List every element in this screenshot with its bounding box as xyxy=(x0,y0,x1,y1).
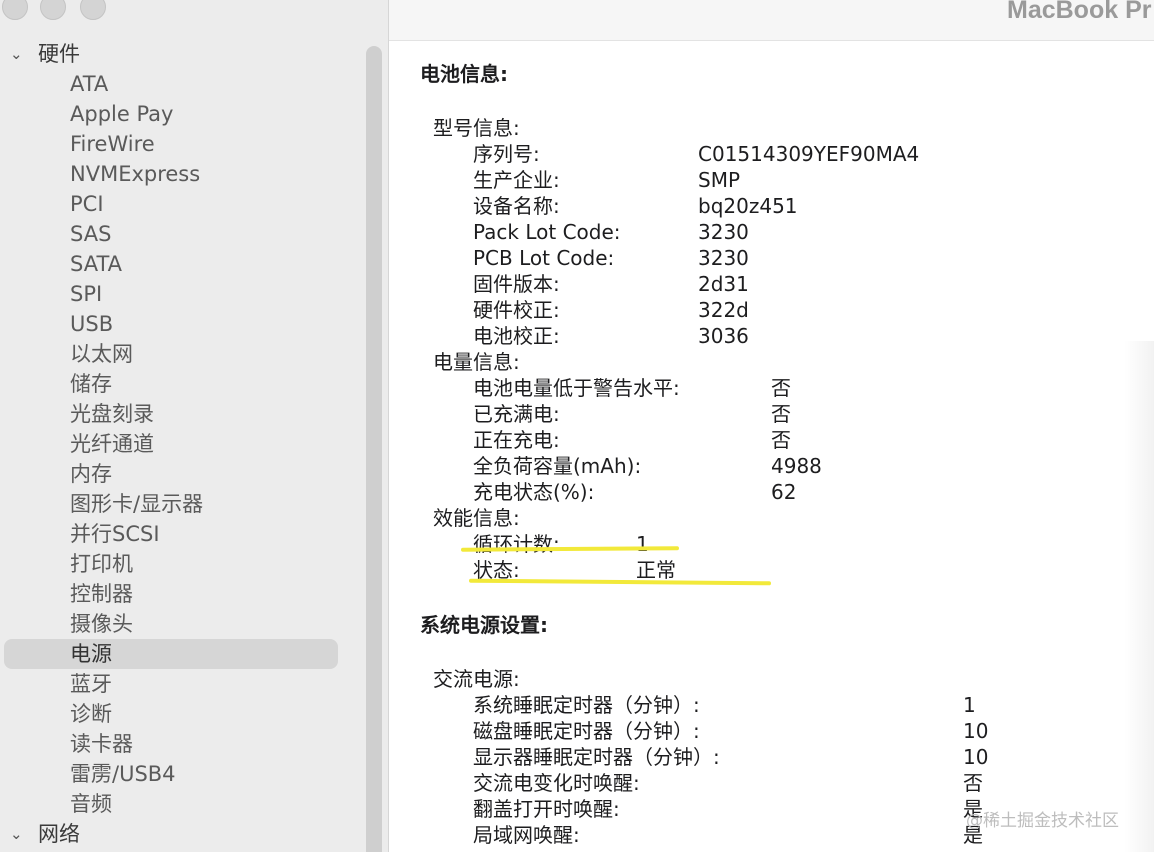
cell-revision-label: 电池校正: xyxy=(473,324,560,348)
sidebar-item-storage[interactable]: 储存 xyxy=(4,369,338,399)
sidebar-item-controller[interactable]: 控制器 xyxy=(4,579,338,609)
sidebar: ⌄ 硬件 ATA Apple Pay FireWire NVMExpress PC… xyxy=(0,0,389,852)
pcb-lot-code-value: 3230 xyxy=(698,246,749,270)
model-info-label: 型号信息: xyxy=(433,116,520,140)
condition-value: 正常 xyxy=(636,558,676,582)
display-sleep-timer-label: 显示器睡眠定时器（分钟）: xyxy=(473,745,720,769)
sidebar-section-network[interactable]: ⌄ 网络 xyxy=(10,819,80,849)
sidebar-item-camera[interactable]: 摄像头 xyxy=(4,609,338,639)
title-bar: MacBook Pr xyxy=(389,0,1154,41)
sidebar-item-audio[interactable]: 音频 xyxy=(4,789,338,819)
pack-lot-code-label: Pack Lot Code: xyxy=(473,220,621,244)
sidebar-item-thunderbolt-usb4[interactable]: 雷雳/USB4 xyxy=(4,759,338,789)
sidebar-item-firewire[interactable]: FireWire xyxy=(4,129,338,159)
window-title: MacBook Pr xyxy=(1007,0,1152,24)
ac-power-label: 交流电源: xyxy=(433,667,520,691)
serial-number-label: 序列号: xyxy=(473,142,540,166)
pcb-lot-code-label: PCB Lot Code: xyxy=(473,246,615,270)
pane-edge-shadow xyxy=(1124,341,1154,852)
serial-number-value: C01514309YEF90MA4 xyxy=(698,142,920,166)
state-of-charge-value: 62 xyxy=(771,480,797,504)
sidebar-item-sata[interactable]: SATA xyxy=(4,249,338,279)
health-info-label: 效能信息: xyxy=(433,506,520,530)
chevron-down-icon: ⌄ xyxy=(10,825,23,843)
manufacturer-value: SMP xyxy=(698,168,741,192)
sidebar-item-parallel-scsi[interactable]: 并行SCSI xyxy=(4,519,338,549)
sidebar-item-power[interactable]: 电源 xyxy=(4,639,338,669)
close-window-button[interactable] xyxy=(2,0,28,20)
charge-info-label: 电量信息: xyxy=(433,350,520,374)
fully-charged-value: 否 xyxy=(771,402,791,426)
cycle-count-label: 循环计数: xyxy=(473,532,560,556)
sidebar-item-spi[interactable]: SPI xyxy=(4,279,338,309)
charging-label: 正在充电: xyxy=(473,428,560,452)
wake-on-lid-open-label: 翻盖打开时唤醒: xyxy=(473,797,620,821)
sidebar-item-pci[interactable]: PCI xyxy=(4,189,338,219)
cycle-count-value: 1 xyxy=(636,532,649,556)
sidebar-section-label: 网络 xyxy=(38,822,80,846)
detail-pane: 电池信息: 型号信息: 序列号: C01514309YEF90MA4 生产企业:… xyxy=(389,41,1154,852)
below-warning-level-value: 否 xyxy=(771,376,791,400)
device-name-value: bq20z451 xyxy=(698,194,798,218)
sidebar-item-sas[interactable]: SAS xyxy=(4,219,338,249)
system-sleep-timer-label: 系统睡眠定时器（分钟）: xyxy=(473,693,700,717)
system-sleep-timer-value: 1 xyxy=(963,693,976,717)
firmware-version-label: 固件版本: xyxy=(473,272,560,296)
disk-sleep-timer-label: 磁盘睡眠定时器（分钟）: xyxy=(473,719,700,743)
sidebar-item-ata[interactable]: ATA xyxy=(4,69,338,99)
cell-revision-value: 3036 xyxy=(698,324,749,348)
firmware-version-value: 2d31 xyxy=(698,272,749,296)
full-charge-capacity-label: 全负荷容量(mAh): xyxy=(473,454,642,478)
power-settings-heading: 系统电源设置: xyxy=(420,613,548,637)
hardware-revision-label: 硬件校正: xyxy=(473,298,560,322)
hardware-revision-value: 322d xyxy=(698,298,749,322)
disk-sleep-timer-value: 10 xyxy=(963,719,989,743)
below-warning-level-label: 电池电量低于警告水平: xyxy=(473,376,680,400)
pack-lot-code-value: 3230 xyxy=(698,220,749,244)
sidebar-item-bluetooth[interactable]: 蓝牙 xyxy=(4,669,338,699)
wake-on-ac-change-label: 交流电变化时唤醒: xyxy=(473,771,640,795)
highlight-mark xyxy=(468,578,772,586)
sidebar-section-label: 硬件 xyxy=(38,42,80,66)
sidebar-item-disc-burning[interactable]: 光盘刻录 xyxy=(4,399,338,429)
device-name-label: 设备名称: xyxy=(473,194,560,218)
sidebar-item-fibre-channel[interactable]: 光纤通道 xyxy=(4,429,338,459)
sidebar-item-memory[interactable]: 内存 xyxy=(4,459,338,489)
sidebar-item-graphics-displays[interactable]: 图形卡/显示器 xyxy=(4,489,338,519)
sidebar-item-usb[interactable]: USB xyxy=(4,309,338,339)
wake-on-ac-change-value: 否 xyxy=(963,771,983,795)
sidebar-item-diagnostics[interactable]: 诊断 xyxy=(4,699,338,729)
display-sleep-timer-value: 10 xyxy=(963,745,989,769)
state-of-charge-label: 充电状态(%): xyxy=(473,480,595,504)
watermark: @稀土掘金技术社区 xyxy=(966,811,1119,831)
zoom-window-button[interactable] xyxy=(80,0,106,20)
sidebar-section-hardware[interactable]: ⌄ 硬件 xyxy=(10,39,80,69)
charging-value: 否 xyxy=(771,428,791,452)
chevron-down-icon: ⌄ xyxy=(10,45,23,63)
manufacturer-label: 生产企业: xyxy=(473,168,560,192)
sidebar-item-ethernet[interactable]: 以太网 xyxy=(4,339,338,369)
sidebar-item-printers[interactable]: 打印机 xyxy=(4,549,338,579)
full-charge-capacity-value: 4988 xyxy=(771,454,822,478)
sidebar-item-card-reader[interactable]: 读卡器 xyxy=(4,729,338,759)
sidebar-item-apple-pay[interactable]: Apple Pay xyxy=(4,99,338,129)
battery-info-heading: 电池信息: xyxy=(420,62,508,86)
sidebar-item-nvmexpress[interactable]: NVMExpress xyxy=(4,159,338,189)
minimize-window-button[interactable] xyxy=(40,0,66,20)
sidebar-scrollbar[interactable] xyxy=(366,46,382,852)
fully-charged-label: 已充满电: xyxy=(473,402,560,426)
wake-on-lan-label: 局域网唤醒: xyxy=(473,823,580,847)
